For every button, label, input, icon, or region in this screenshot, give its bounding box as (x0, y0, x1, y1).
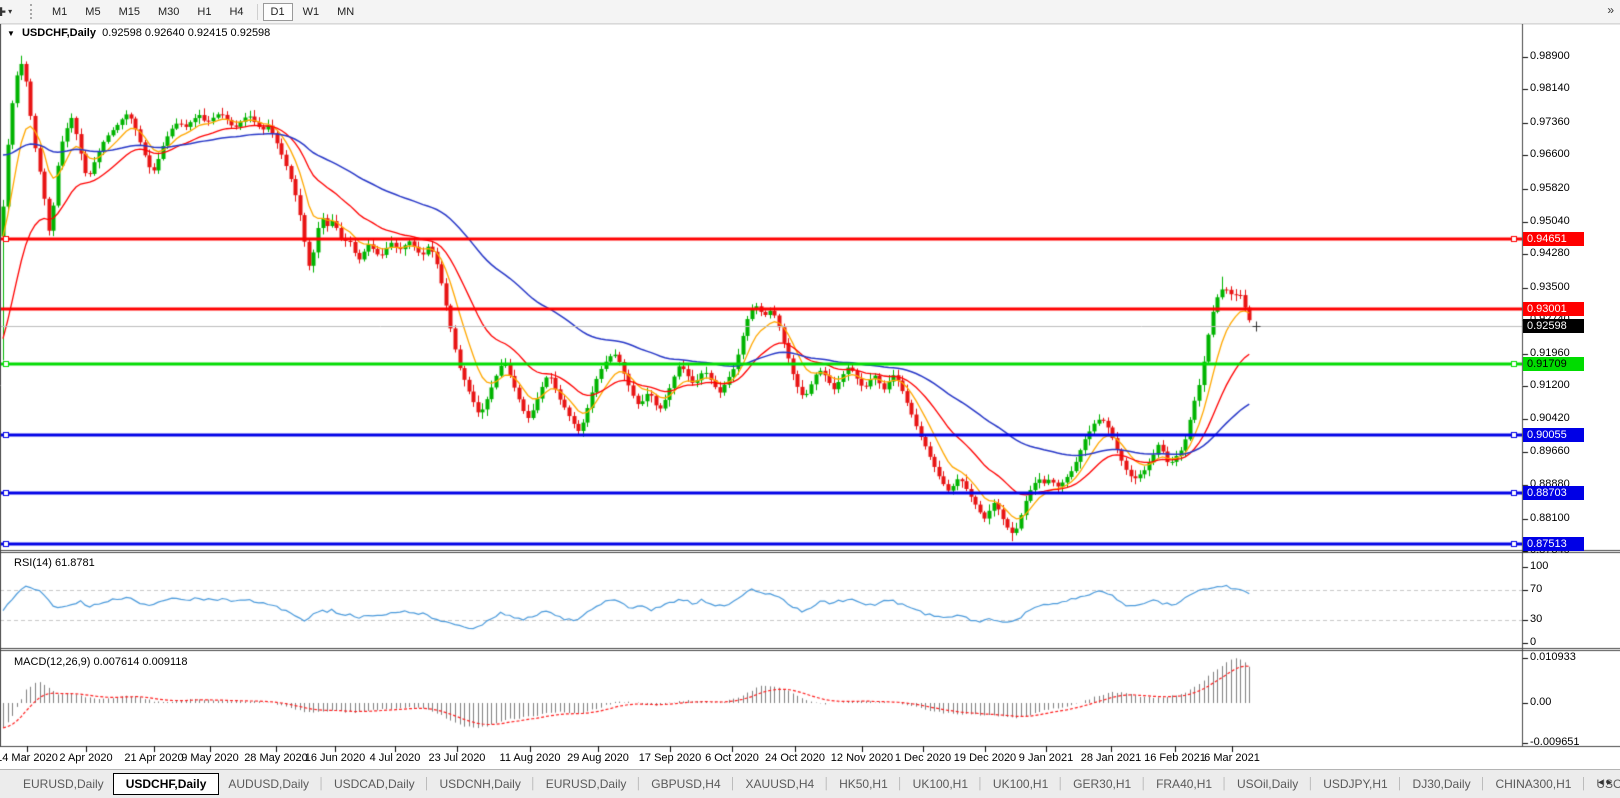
rsi-label: RSI(14) 61.8781 (14, 557, 95, 569)
price-axis-tick: 0.94280 (1530, 247, 1570, 259)
toolbar-overflow-icon[interactable]: » (1607, 3, 1614, 17)
tf-button-M30[interactable]: M30 (150, 3, 187, 21)
tab-CHINA300-H1[interactable]: CHINA300,H1 (1486, 773, 1580, 795)
macd-values: 0.007614 0.009118 (93, 656, 187, 668)
tab-USDCHF-Daily[interactable]: USDCHF,Daily (113, 773, 220, 795)
tab-DJ30-Daily[interactable]: DJ30,Daily (1404, 773, 1480, 795)
chart-title: ▼ USDCHF,Daily 0.92598 0.92640 0.92415 0… (7, 27, 270, 39)
tab-EURUSD-Daily[interactable]: EURUSD,Daily (14, 773, 113, 795)
price-axis-tick: 0.89660 (1530, 445, 1570, 457)
tab-AUDUSD-Daily[interactable]: AUDUSD,Daily (219, 773, 318, 795)
hline-price-label[interactable]: 0.88703 (1523, 486, 1584, 500)
tab-USDJPY-H1[interactable]: USDJPY,H1 (1314, 773, 1396, 795)
price-axis-tick: 0.93500 (1530, 281, 1570, 293)
date-axis-label: 6 Mar 2021 (1190, 752, 1274, 764)
macd-axis-tick: 0.00 (1530, 696, 1551, 708)
price-axis-tick: 0.98900 (1530, 50, 1570, 62)
macd-label: MACD(12,26,9) 0.007614 0.009118 (14, 656, 187, 668)
tf-button-MN[interactable]: MN (329, 3, 362, 21)
current-price-label: 0.92598 (1523, 319, 1584, 333)
tab-FRA40-H1[interactable]: FRA40,H1 (1147, 773, 1221, 795)
price-axis-tick: 0.91200 (1530, 379, 1570, 391)
hline-price-label[interactable]: 0.87513 (1523, 537, 1584, 551)
rsi-axis-tick: 0 (1530, 636, 1536, 648)
timeframe-toolbar: ✚▾ M1M5M15M30H1H4 D1W1MN » (0, 0, 1620, 24)
hline-price-label[interactable]: 0.93001 (1523, 302, 1584, 316)
hline-price-label[interactable]: 0.91709 (1523, 357, 1584, 371)
tf-button-H4[interactable]: H4 (221, 3, 251, 21)
price-axis-tick: 0.97360 (1530, 116, 1570, 128)
tab-separator: │ (897, 778, 904, 790)
tf-button-W1[interactable]: W1 (295, 3, 328, 21)
rsi-axis-tick: 70 (1530, 583, 1542, 595)
macd-axis-tick: 0.010933 (1530, 651, 1576, 663)
price-axis-tick: 0.95820 (1530, 182, 1570, 194)
tab-separator: │ (1580, 778, 1587, 790)
tab-HK50-H1[interactable]: HK50,H1 (830, 773, 897, 795)
chart-canvas[interactable] (0, 0, 1620, 798)
tab-separator: │ (1057, 778, 1064, 790)
tab-USDCNH-Daily[interactable]: USDCNH,Daily (431, 773, 530, 795)
price-axis-tick: 0.88100 (1530, 512, 1570, 524)
chart-symbol: USDCHF,Daily (22, 27, 96, 39)
tab-XAUUSD-H4[interactable]: XAUUSD,H4 (737, 773, 824, 795)
toolbar-grip[interactable] (30, 4, 37, 19)
collapse-icon[interactable]: ▼ (7, 29, 15, 38)
macd-axis-tick: -0.009651 (1530, 736, 1580, 748)
price-axis-tick: 0.95040 (1530, 215, 1570, 227)
tf-button-M15[interactable]: M15 (111, 3, 148, 21)
tab-separator: │ (977, 778, 984, 790)
tab-separator: │ (1307, 778, 1314, 790)
tab-GER30-H1[interactable]: GER30,H1 (1064, 773, 1140, 795)
tab-separator: │ (424, 778, 431, 790)
toolbar-separator (257, 4, 258, 20)
tf-button-M5[interactable]: M5 (77, 3, 108, 21)
rsi-value: 61.8781 (55, 557, 95, 569)
chart-ohlc: 0.92598 0.92640 0.92415 0.92598 (102, 27, 270, 39)
tab-separator: │ (530, 778, 537, 790)
price-axis-tick: 0.96600 (1530, 148, 1570, 160)
hline-price-label[interactable]: 0.90055 (1523, 428, 1584, 442)
tab-scroll-right-icon[interactable]: ▸ (1607, 777, 1616, 788)
tf-button-M1[interactable]: M1 (44, 3, 75, 21)
tab-separator: │ (635, 778, 642, 790)
chart-tabbar: EURUSD,DailyUSDCHF,DailyAUDUSD,Daily│USD… (0, 769, 1620, 798)
date-axis-label: 23 Jul 2020 (415, 752, 499, 764)
tf-button-D1[interactable]: D1 (263, 3, 293, 21)
tab-separator: │ (730, 778, 737, 790)
tab-separator: │ (1221, 778, 1228, 790)
tab-separator: │ (823, 778, 830, 790)
tab-UK100-H1[interactable]: UK100,H1 (904, 773, 977, 795)
tab-GBPUSD-H4[interactable]: GBPUSD,H4 (642, 773, 729, 795)
tab-scroll-left-icon[interactable]: ◂ (1598, 777, 1607, 788)
rsi-axis-tick: 100 (1530, 560, 1548, 572)
tab-USDCAD-Daily[interactable]: USDCAD,Daily (325, 773, 424, 795)
tab-separator: │ (318, 778, 325, 790)
price-axis-tick: 0.90420 (1530, 412, 1570, 424)
tab-separator: │ (1480, 778, 1487, 790)
tab-USOil-Daily[interactable]: USOil,Daily (1228, 773, 1307, 795)
crosshair-tool-icon[interactable]: ✚▾ (0, 2, 26, 22)
tab-separator: │ (1140, 778, 1147, 790)
tab-separator: │ (1397, 778, 1404, 790)
price-axis-tick: 0.98140 (1530, 82, 1570, 94)
tab-UK100-H1[interactable]: UK100,H1 (984, 773, 1057, 795)
tab-EURUSD-Daily[interactable]: EURUSD,Daily (537, 773, 636, 795)
tf-button-H1[interactable]: H1 (189, 3, 219, 21)
mt4-window: ✚▾ M1M5M15M30H1H4 D1W1MN » ▼ USDCHF,Daily… (0, 0, 1620, 798)
hline-price-label[interactable]: 0.94651 (1523, 232, 1584, 246)
rsi-axis-tick: 30 (1530, 613, 1542, 625)
